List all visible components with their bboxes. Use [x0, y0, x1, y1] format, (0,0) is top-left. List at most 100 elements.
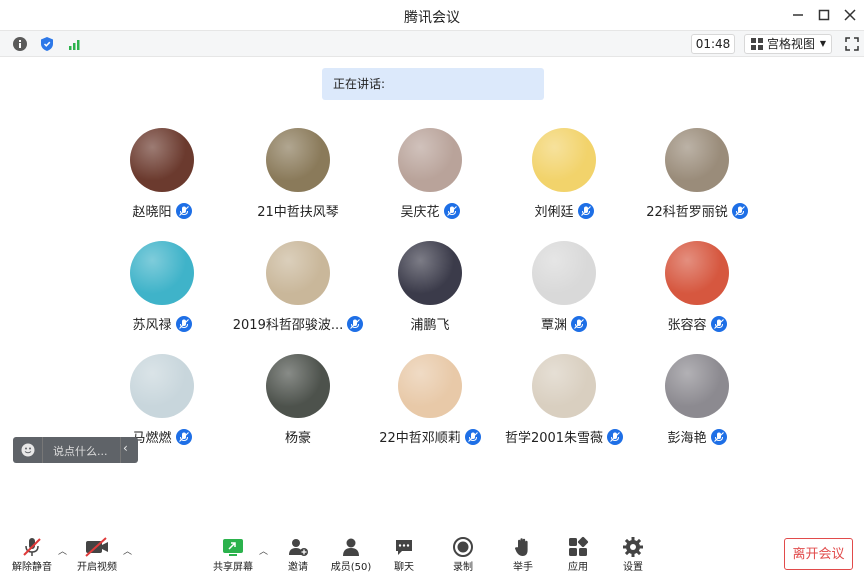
- mic-status-icon: [710, 316, 727, 332]
- participant-tile[interactable]: 张容容: [617, 241, 777, 341]
- meeting-timer: 01:48: [691, 34, 735, 54]
- maximize-icon: [818, 9, 830, 21]
- mic-status-icon: [443, 203, 460, 219]
- participant-name-text: 22中哲邓顺莉: [379, 431, 461, 446]
- security-button[interactable]: [38, 35, 55, 52]
- avatar: [398, 128, 462, 192]
- mic-status-icon: [464, 429, 481, 445]
- view-mode-dropdown[interactable]: 宫格视图 ▼: [744, 34, 832, 54]
- close-button[interactable]: [841, 6, 859, 24]
- mic-status-icon: [577, 203, 594, 219]
- grid-view-icon: [751, 38, 763, 50]
- record-button[interactable]: 录制: [439, 536, 487, 573]
- view-mode-label: 宫格视图: [767, 37, 816, 51]
- audio-options-chevron-icon[interactable]: ︿: [58, 544, 67, 557]
- share-screen-label: 共享屏幕: [213, 562, 253, 573]
- network-status-button[interactable]: [66, 35, 83, 52]
- leave-meeting-button[interactable]: 离开会议: [784, 538, 853, 570]
- mic-status-icon: [175, 203, 192, 219]
- mic-status-icon: [175, 316, 192, 332]
- avatar: [532, 241, 596, 305]
- signal-icon: [68, 39, 79, 50]
- meeting-info-button[interactable]: [11, 35, 28, 52]
- minimize-icon: [793, 14, 803, 16]
- title-bar: 腾讯会议: [0, 0, 864, 30]
- avatar: [130, 128, 194, 192]
- invite-button[interactable]: 邀请: [274, 536, 322, 573]
- hand-icon: [514, 538, 528, 556]
- record-icon: [453, 537, 473, 557]
- share-screen-button[interactable]: 共享屏幕: [209, 536, 257, 573]
- participant-name-text: 浦鹏飞: [410, 318, 450, 333]
- settings-button[interactable]: 设置: [609, 536, 657, 573]
- apps-icon: [569, 536, 589, 556]
- apps-label: 应用: [568, 562, 588, 573]
- apps-button[interactable]: 应用: [554, 536, 602, 573]
- participant-name: 张容容: [617, 314, 777, 333]
- divider: [120, 437, 121, 463]
- members-button[interactable]: 成员(50): [327, 536, 375, 573]
- avatar: [266, 128, 330, 192]
- start-video-button[interactable]: 开启视频: [73, 536, 121, 573]
- unmute-label: 解除静音: [12, 562, 52, 573]
- collapse-chevron-icon[interactable]: ‹: [123, 441, 128, 455]
- divider: [42, 437, 43, 463]
- video-options-chevron-icon[interactable]: ︿: [123, 544, 132, 557]
- share-options-chevron-icon[interactable]: ︿: [259, 544, 268, 557]
- members-label: 成员(50): [330, 562, 372, 573]
- record-label: 录制: [453, 562, 473, 573]
- chat-icon: [396, 540, 412, 555]
- start-video-label: 开启视频: [77, 562, 117, 573]
- participant-name: 22科哲罗丽锐: [617, 201, 777, 220]
- participant-name-text: 刘俐廷: [534, 205, 574, 220]
- maximize-button[interactable]: [815, 6, 833, 24]
- unmute-button[interactable]: 解除静音: [8, 536, 56, 573]
- participant-name-text: 张容容: [667, 318, 707, 333]
- avatar: [130, 354, 194, 418]
- invite-icon: [289, 539, 308, 556]
- close-icon: [844, 9, 856, 21]
- participant-name-text: 吴庆花: [400, 205, 440, 220]
- avatar: [665, 241, 729, 305]
- participant-tile[interactable]: 彭海艳: [617, 354, 777, 454]
- minimize-button[interactable]: [789, 6, 807, 24]
- mic-status-icon: [175, 429, 192, 445]
- members-icon: [343, 538, 359, 556]
- mic-status-icon: [571, 316, 587, 332]
- chat-label: 聊天: [394, 562, 414, 573]
- avatar: [532, 128, 596, 192]
- shield-icon: [40, 36, 53, 51]
- avatar: [398, 241, 462, 305]
- window-title: 腾讯会议: [404, 10, 460, 26]
- invite-label: 邀请: [288, 562, 308, 573]
- participant-name-text: 覃渊: [540, 318, 567, 333]
- avatar: [398, 354, 462, 418]
- participant-name: 彭海艳: [617, 427, 777, 446]
- gear-icon: [623, 537, 643, 557]
- raise-hand-button[interactable]: 举手: [499, 536, 547, 573]
- active-speaker-banner: 正在讲话:: [322, 68, 544, 100]
- avatar: [266, 354, 330, 418]
- participant-name-text: 21中哲扶风琴: [257, 205, 339, 220]
- avatar: [266, 241, 330, 305]
- participant-name-text: 2019科哲邵骏波...: [232, 318, 344, 333]
- participant-name-text: 哲学2001朱雪薇: [504, 431, 604, 446]
- participant-name-text: 赵晓阳: [132, 205, 172, 220]
- chevron-down-icon: ▼: [819, 39, 826, 48]
- mic-status-icon: [710, 429, 727, 445]
- participant-tile[interactable]: 22科哲罗丽锐: [617, 128, 777, 228]
- settings-label: 设置: [623, 562, 643, 573]
- meeting-toolbar: 01:48 宫格视图 ▼: [0, 30, 864, 57]
- quick-chat-bar[interactable]: 说点什么... ‹: [13, 437, 138, 463]
- participant-name-text: 马燃燃: [132, 431, 172, 446]
- participant-name-text: 22科哲罗丽锐: [646, 205, 728, 220]
- participant-name-text: 苏风禄: [132, 318, 172, 333]
- mic-muted-icon: [23, 538, 41, 556]
- share-screen-icon: [223, 539, 243, 556]
- participant-name-text: 彭海艳: [667, 431, 707, 446]
- chat-button[interactable]: 聊天: [380, 536, 428, 573]
- participant-name-text: 杨豪: [284, 431, 311, 446]
- avatar: [130, 241, 194, 305]
- fullscreen-button[interactable]: [843, 35, 860, 52]
- avatar: [665, 354, 729, 418]
